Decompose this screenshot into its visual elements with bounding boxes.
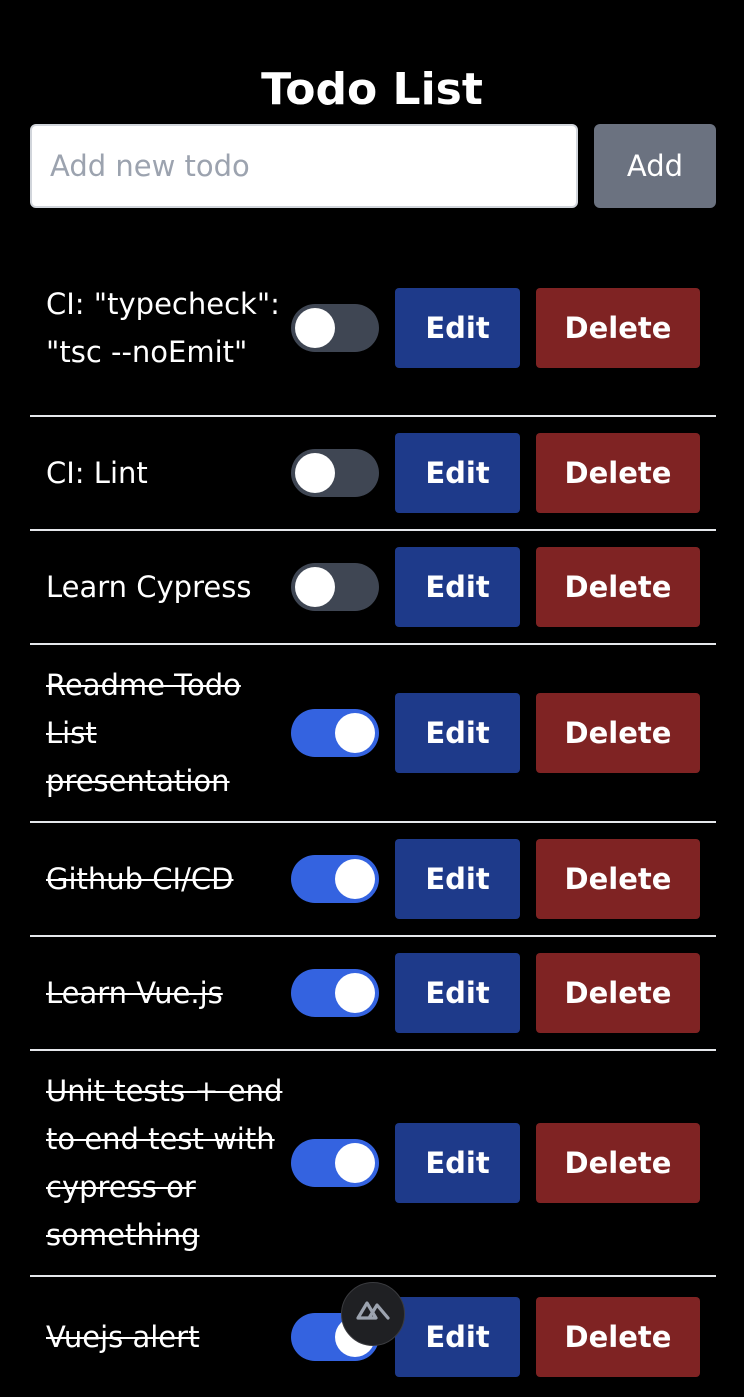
delete-button[interactable]: Delete (536, 1123, 700, 1203)
delete-button[interactable]: Delete (536, 693, 700, 773)
done-toggle[interactable] (291, 709, 379, 757)
delete-button[interactable]: Delete (536, 839, 700, 919)
todo-text: Learn Vue.js (46, 976, 223, 1010)
todo-item: Readme Todo List presentation Edit Delete (30, 645, 716, 823)
toggle-knob (295, 307, 335, 348)
todo-text: Unit tests + end to end test with cypres… (46, 1074, 283, 1252)
toggle-knob (335, 859, 375, 899)
delete-button[interactable]: Delete (536, 433, 700, 513)
nuxt-logo-icon (355, 1297, 391, 1325)
todo-item: Learn Cypress Edit Delete (30, 531, 716, 645)
done-toggle[interactable] (291, 855, 379, 903)
todo-text: Readme Todo List presentation (46, 668, 241, 798)
delete-button[interactable]: Delete (536, 953, 700, 1033)
edit-button[interactable]: Edit (395, 433, 520, 513)
todo-text: Learn Cypress (46, 570, 252, 604)
done-toggle[interactable] (291, 303, 379, 352)
toggle-knob (295, 567, 335, 607)
done-toggle[interactable] (291, 969, 379, 1017)
delete-button[interactable]: Delete (536, 287, 700, 368)
todo-list: CI: "typecheck": "tsc --noEmit" Edit Delet… (30, 240, 716, 1397)
toggle-knob (335, 1143, 375, 1183)
todo-text: Github CI/CD (46, 862, 234, 896)
edit-button[interactable]: Edit (395, 547, 520, 627)
todo-text: CI: "typecheck": "tsc --noEmit" (46, 286, 280, 369)
edit-button[interactable]: Edit (395, 1123, 520, 1203)
nuxt-devtools-button[interactable] (341, 1282, 405, 1346)
delete-button[interactable]: Delete (536, 547, 700, 627)
todo-item: Github CI/CD Edit Delete (30, 823, 716, 937)
edit-button[interactable]: Edit (395, 693, 520, 773)
add-todo-button[interactable]: Add (594, 124, 716, 208)
edit-button[interactable]: Edit (395, 953, 520, 1033)
toggle-knob (335, 713, 375, 753)
todo-item: Unit tests + end to end test with cypres… (30, 1051, 716, 1277)
todo-text: Vuejs alert (46, 1320, 200, 1354)
delete-button[interactable]: Delete (536, 1297, 700, 1377)
done-toggle[interactable] (291, 449, 379, 497)
todo-text: CI: Lint (46, 456, 148, 490)
todo-item: CI: Lint Edit Delete (30, 417, 716, 531)
done-toggle[interactable] (291, 1139, 379, 1187)
toggle-knob (295, 453, 335, 493)
new-todo-input[interactable] (30, 124, 578, 208)
edit-button[interactable]: Edit (395, 839, 520, 919)
todo-item: Learn Vue.js Edit Delete (30, 937, 716, 1051)
edit-button[interactable]: Edit (395, 1297, 520, 1377)
page-title: Todo List (261, 64, 483, 116)
toggle-knob (335, 973, 375, 1013)
todo-item: CI: "typecheck": "tsc --noEmit" Edit Delet… (30, 240, 716, 417)
edit-button[interactable]: Edit (395, 287, 520, 368)
done-toggle[interactable] (291, 563, 379, 611)
